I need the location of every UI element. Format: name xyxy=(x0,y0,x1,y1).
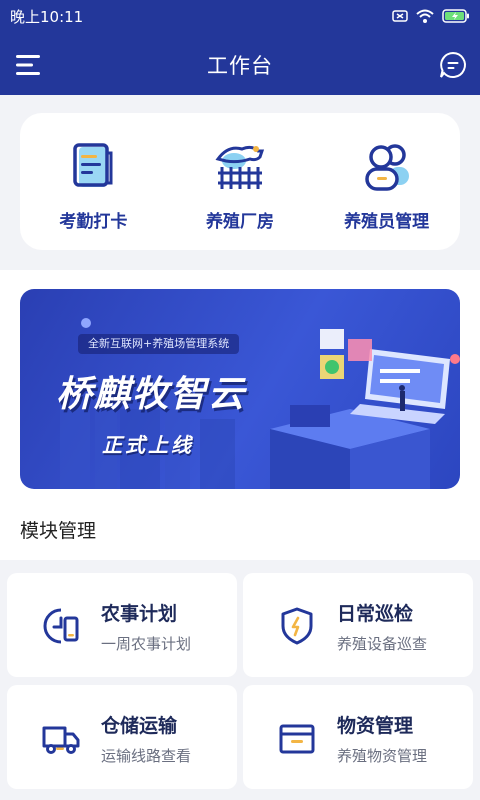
banner-subtitle: 正式上线 xyxy=(102,433,194,457)
truck-icon xyxy=(42,726,80,754)
page-title: 工作台 xyxy=(207,54,273,78)
app-header: 晚上10:11 工作台 xyxy=(0,0,480,95)
menu-icon[interactable] xyxy=(14,52,44,78)
quick-action-farm-building[interactable]: 养殖厂房 xyxy=(167,113,314,250)
quick-actions-card: 考勤打卡 养殖厂房 养殖员管理 xyxy=(20,113,460,250)
module-description: 养殖物资管理 xyxy=(337,747,428,765)
module-title: 农事计划 xyxy=(101,603,178,625)
module-card-farm-plan[interactable]: 农事计划 一周农事计划 xyxy=(7,573,237,677)
message-icon[interactable] xyxy=(438,50,468,80)
module-description: 一周农事计划 xyxy=(101,635,192,653)
module-description: 运输线路查看 xyxy=(101,747,192,765)
wifi-icon xyxy=(416,9,434,23)
shield-check-icon xyxy=(281,607,313,645)
quick-action-attendance[interactable]: 考勤打卡 xyxy=(20,113,167,250)
banner-title: 桥麒牧智云 xyxy=(56,374,247,415)
module-card-warehouse[interactable]: 仓储运输 运输线路查看 xyxy=(7,685,237,789)
quick-actions-section: 考勤打卡 养殖厂房 养殖员管理 xyxy=(0,95,480,270)
quick-action-label: 考勤打卡 xyxy=(59,212,128,232)
isometric-illustration-icon xyxy=(270,329,460,489)
battery-icon xyxy=(442,9,469,23)
banner-tag: 全新互联网+养殖场管理系统 xyxy=(78,334,240,354)
status-time: 晚上10:11 xyxy=(10,7,84,26)
module-title: 仓储运输 xyxy=(101,715,178,737)
module-description: 养殖设备巡查 xyxy=(337,635,428,653)
quick-action-label: 养殖员管理 xyxy=(344,212,430,232)
module-card-inspection[interactable]: 日常巡检 养殖设备巡查 xyxy=(243,573,473,677)
staff-icon xyxy=(364,144,409,191)
nav-bar: 工作台 xyxy=(0,36,480,94)
module-title: 日常巡检 xyxy=(337,603,414,625)
box-icon xyxy=(279,724,315,754)
module-title: 物资管理 xyxy=(337,715,414,737)
promo-banner[interactable]: 全新互联网+养殖场管理系统 桥麒牧智云 正式上线 xyxy=(20,289,460,489)
modules-heading: 模块管理 xyxy=(20,520,97,542)
module-grid: 农事计划 一周农事计划 日常巡检 养殖设备巡查 仓储运输 运输线路查看 物资管理… xyxy=(0,560,480,800)
quick-action-staff[interactable]: 养殖员管理 xyxy=(313,113,460,250)
quick-action-label: 养殖厂房 xyxy=(206,212,274,232)
status-icons xyxy=(392,9,470,23)
farm-building-icon xyxy=(215,145,265,189)
sim-icon xyxy=(392,10,408,22)
calendar-plan-icon xyxy=(43,608,79,644)
banner-area: 全新互联网+养殖场管理系统 桥麒牧智云 正式上线 模块管理 xyxy=(0,270,480,560)
status-bar: 晚上10:11 xyxy=(0,0,480,32)
attendance-icon xyxy=(73,143,113,187)
module-card-materials[interactable]: 物资管理 养殖物资管理 xyxy=(243,685,473,789)
